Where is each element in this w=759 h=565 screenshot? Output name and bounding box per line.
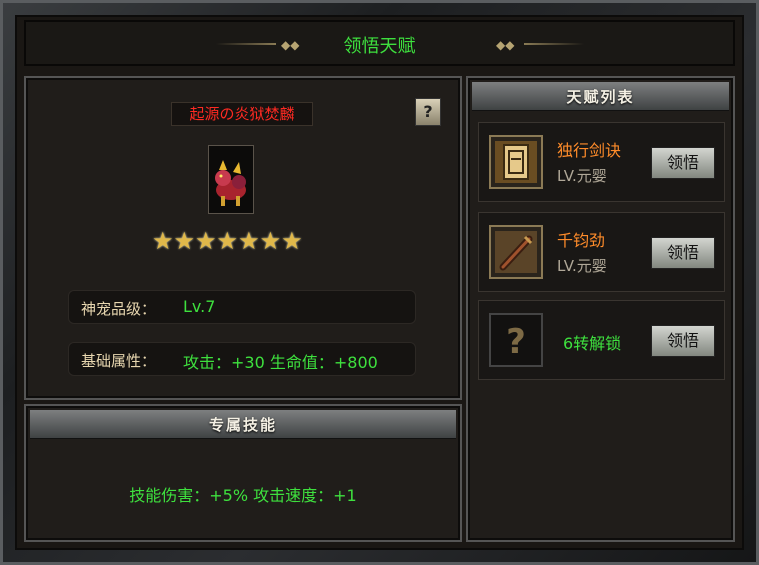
star-icon: ★ [216,227,239,255]
title-ornament-right [524,43,584,45]
scroll-icon [489,135,543,189]
attribute-label: 基础属性： [81,352,157,370]
exclusive-skill-panel: 专属技能 技能伤害：+5% 攻击速度：+1 [24,404,462,542]
sword-icon [489,225,543,279]
question-mark-icon: ? [489,313,543,367]
grade-value: Lv.7 [183,297,216,316]
comprehend-button[interactable]: 领悟 [651,325,715,357]
svg-text:?: ? [506,322,526,362]
talent-level: LV.元婴 [557,257,607,275]
star-icon: ★ [152,227,174,255]
comprehend-button[interactable]: 领悟 [651,147,715,179]
talent-item: 千钧劲 LV.元婴 领悟 [478,212,725,292]
talent-item: 独行剑诀 LV.元婴 领悟 [478,122,725,202]
attribute-value: 攻击：+30 生命值：+800 [183,353,378,372]
attribute-row: 基础属性： 攻击：+30 生命值：+800 [68,342,416,376]
talent-list-header: 天赋列表 [472,82,729,111]
help-button[interactable]: ? [415,98,441,126]
star-icon: ★ [281,227,303,255]
unlock-requirement: 6转解锁 [563,334,622,353]
grade-label: 神宠品级： [81,300,157,318]
talent-item-locked: ? 6转解锁 领悟 [478,300,725,380]
comprehend-button[interactable]: 领悟 [651,237,715,269]
star-icon: ★ [259,227,282,255]
star-icon: ★ [173,227,196,255]
skill-panel-header: 专属技能 [30,410,456,439]
pet-info-panel: 起源の炎狱焚麟 ? ★★★★★★★ 神宠品级： Lv.7 基础属性： 攻击：+3… [24,76,462,400]
pet-creature-icon [215,160,246,206]
star-icon: ★ [195,227,217,255]
star-rating: ★★★★★★★ [152,227,303,255]
page-title: 领悟天赋 [343,36,416,57]
star-icon: ★ [238,227,260,255]
talent-name: 独行剑诀 [557,141,622,160]
skill-description: 技能伤害：+5% 攻击速度：+1 [129,486,357,505]
talent-list-title: 天赋列表 [566,88,635,106]
skill-panel-title: 专属技能 [208,416,277,434]
talent-name: 千钧劲 [557,231,606,250]
talent-level: LV.元婴 [557,167,607,185]
title-diamond-right-icon: ◆◆ [496,38,515,52]
pet-portrait [208,145,254,214]
talent-list-panel: 天赋列表 独行剑诀 LV.元婴 领悟 千钧劲 LV.元婴 领悟 ? 6转解锁 领… [466,76,735,542]
pet-name: 起源の炎狱焚麟 [171,102,313,126]
grade-row: 神宠品级： Lv.7 [68,290,416,324]
title-bar: ◆◆ 领悟天赋 ◆◆ [24,20,735,66]
